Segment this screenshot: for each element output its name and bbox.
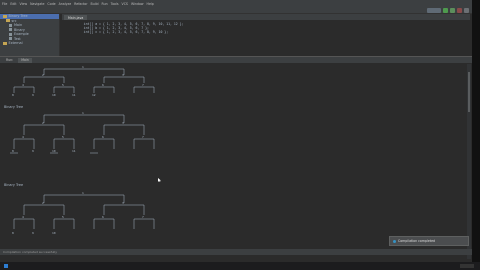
menu-edit[interactable]: Edit	[10, 2, 16, 6]
svg-text:1: 1	[82, 111, 84, 115]
run-tabs: Run: Main	[0, 57, 472, 63]
svg-text:6: 6	[102, 83, 104, 87]
ide-window: File Edit View Navigate Code Analyze Ref…	[0, 0, 472, 262]
class-icon	[9, 37, 12, 41]
svg-text:11: 11	[72, 93, 76, 97]
svg-text:5: 5	[62, 83, 64, 87]
svg-text:4: 4	[22, 135, 24, 139]
section-label: Binary Tree	[4, 183, 24, 187]
menu-code[interactable]: Code	[47, 2, 55, 6]
console-output[interactable]: 1 23 4567 8 9 10 11 12 Binary Tree 1 23 4567	[4, 65, 466, 261]
svg-text:7: 7	[142, 83, 144, 87]
debug-icon[interactable]	[450, 8, 455, 13]
svg-text:5: 5	[62, 135, 64, 139]
search-icon[interactable]	[464, 8, 469, 13]
folder-icon	[3, 41, 7, 45]
menu-tools[interactable]: Tools	[111, 2, 119, 6]
run-icon[interactable]	[443, 8, 448, 13]
stop-icon[interactable]	[457, 8, 462, 13]
clock	[460, 264, 474, 268]
console-tree-3: 1 2 3 4 5 6 7 8 9 10	[12, 191, 155, 235]
svg-text:1: 1	[82, 65, 84, 69]
toolbar	[0, 7, 472, 14]
scrollbar-thumb[interactable]	[468, 72, 470, 112]
menu-run[interactable]: Run	[102, 2, 108, 6]
mouse-cursor-icon	[158, 178, 161, 182]
menu-navigate[interactable]: Navigate	[30, 2, 44, 6]
folder-icon	[6, 19, 10, 23]
class-icon	[9, 28, 12, 32]
svg-text:9: 9	[32, 93, 34, 97]
menu-bar: File Edit View Navigate Code Analyze Ref…	[0, 0, 472, 7]
editor-tabs: Main.java	[62, 14, 470, 20]
svg-text:5: 5	[62, 215, 64, 219]
menu-file[interactable]: File	[2, 2, 7, 6]
menu-window[interactable]: Window	[131, 2, 144, 6]
notification-balloon[interactable]: Compilation completed	[389, 236, 469, 246]
svg-text:6: 6	[102, 215, 104, 219]
menu-help[interactable]: Help	[147, 2, 154, 6]
class-icon	[9, 32, 12, 36]
run-config-icon[interactable]	[427, 8, 441, 13]
svg-text:12: 12	[92, 93, 96, 97]
svg-text:10: 10	[52, 93, 56, 97]
status-text: Compilation completed successfully	[3, 250, 57, 254]
console-tree-2: 1 2 3 4 5 6 7 8 9 10 11	[10, 111, 155, 154]
taskbar	[0, 262, 480, 270]
svg-text:3: 3	[122, 201, 124, 205]
info-icon	[393, 239, 396, 243]
svg-text:9: 9	[32, 149, 34, 153]
code-editor[interactable]: Main.java int[] a = { 1, 2, 3, 4, 5, 6, …	[62, 14, 470, 56]
menu-analyze[interactable]: Analyze	[59, 2, 72, 6]
svg-text:9: 9	[32, 231, 34, 235]
code-line: int[] c = { 1, 2, 3, 4, 5, 6, 7, 8, 9, 1…	[76, 30, 169, 34]
run-label: Run:	[6, 58, 14, 62]
menu-view[interactable]: View	[20, 2, 28, 6]
console-scrollbar[interactable]	[467, 64, 471, 259]
svg-text:8: 8	[12, 231, 14, 235]
start-icon[interactable]	[4, 264, 8, 268]
class-icon	[9, 23, 12, 27]
menu-vcs[interactable]: VCS	[122, 2, 128, 6]
run-tab-main[interactable]: Main	[18, 57, 32, 63]
svg-text:10: 10	[52, 231, 56, 235]
menu-refactor[interactable]: Refactor	[74, 2, 87, 6]
run-panel: Run: Main 1 23 4567 8 9 10 11 12 Binary Tree	[0, 56, 472, 262]
svg-text:7: 7	[142, 135, 144, 139]
svg-text:11: 11	[72, 149, 76, 153]
svg-text:3: 3	[122, 121, 124, 125]
menu-build[interactable]: Build	[91, 2, 99, 6]
folder-icon	[3, 14, 7, 18]
editor-tab[interactable]: Main.java	[64, 15, 88, 20]
notification-text: Compilation completed	[398, 239, 436, 243]
svg-text:4: 4	[22, 215, 24, 219]
code-area[interactable]: int[] a = { 1, 2, 3, 4, 5, 6, 7, 8, 9, 1…	[62, 22, 470, 34]
svg-text:3: 3	[122, 73, 124, 77]
status-bar: Compilation completed successfully	[0, 249, 472, 255]
svg-text:2: 2	[42, 201, 44, 205]
svg-text:7: 7	[142, 215, 144, 219]
svg-text:1: 1	[82, 191, 84, 195]
svg-text:4: 4	[22, 83, 24, 87]
project-panel: Binary Tree src Main Binary Example Test…	[0, 14, 60, 56]
project-item[interactable]: External	[0, 41, 59, 46]
svg-text:2: 2	[42, 121, 44, 125]
console-tree-1: 1 2 3 4 5 6 7 8 9 10 11 12	[12, 65, 155, 97]
svg-text:10: 10	[52, 149, 56, 153]
svg-text:8: 8	[12, 93, 14, 97]
section-label: Binary Tree	[4, 105, 24, 109]
svg-text:8: 8	[12, 149, 14, 153]
svg-text:2: 2	[42, 73, 44, 77]
svg-text:6: 6	[102, 135, 104, 139]
